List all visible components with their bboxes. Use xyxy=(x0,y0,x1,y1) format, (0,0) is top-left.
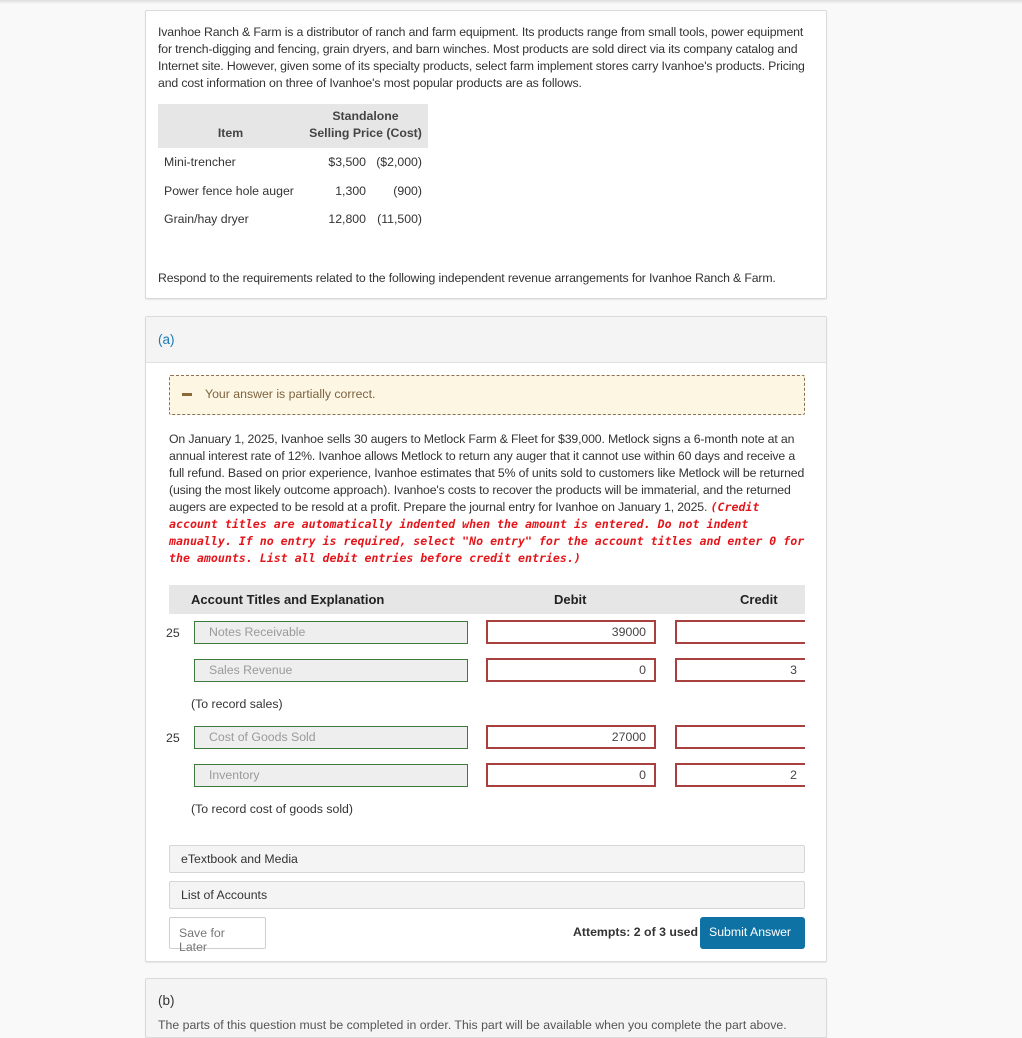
header-price: Standalone Selling Price (Cost) xyxy=(303,104,428,148)
debit-input[interactable]: 0 xyxy=(486,763,656,787)
cost: (11,500) xyxy=(377,212,422,227)
header-account-titles: Account Titles and Explanation xyxy=(191,592,385,607)
intro-paragraph: Ivanhoe Ranch & Farm is a distributor of… xyxy=(158,25,805,90)
attempts-counter: Attempts: 2 of 3 used xyxy=(573,925,699,939)
entry-date[interactable]: 25 xyxy=(166,626,180,640)
table-row: Grain/hay dryer 12,800 (11,500) xyxy=(158,205,428,234)
respond-instructions: Respond to the requirements related to t… xyxy=(158,271,776,285)
header-credit: Credit xyxy=(740,592,778,607)
header-item: Item xyxy=(158,104,303,148)
table-row: Mini-trencher $3,500 ($2,000) xyxy=(158,148,428,177)
credit-input[interactable] xyxy=(675,725,805,749)
top-shadow xyxy=(0,0,1022,4)
etextbook-media-button[interactable]: eTextbook and Media xyxy=(169,845,805,873)
journal-header: Account Titles and Explanation Debit Cre… xyxy=(169,585,805,614)
item-name: Power fence hole auger xyxy=(164,183,294,198)
credit-input[interactable]: 2 xyxy=(675,763,805,787)
price-cell: $3,500 ($2,000) xyxy=(303,148,428,177)
part-b-label: (b) xyxy=(158,993,175,1008)
credit-input[interactable] xyxy=(675,620,805,644)
header-debit: Debit xyxy=(554,592,587,607)
partial-correct-icon xyxy=(182,393,192,396)
item-name: Mini-trencher xyxy=(164,155,236,170)
debit-input[interactable]: 39000 xyxy=(486,620,656,644)
feedback-banner: Your answer is partially correct. xyxy=(169,375,805,415)
question-body: On January 1, 2025, Ivanhoe sells 30 aug… xyxy=(169,432,805,514)
entry-explanation: (To record sales) xyxy=(191,697,283,711)
header-price-line1: Standalone xyxy=(332,109,399,123)
save-for-later-button[interactable]: Save for Later xyxy=(169,917,266,954)
account-select[interactable]: Notes Receivable xyxy=(194,621,468,644)
selling-price: 12,800 xyxy=(328,212,366,227)
pricing-table: Item Standalone Selling Price (Cost) Min… xyxy=(158,104,428,234)
header-price-line2: Selling Price (Cost) xyxy=(309,126,422,140)
table-row: Power fence hole auger 1,300 (900) xyxy=(158,177,428,206)
entry-explanation: (To record cost of goods sold) xyxy=(191,802,353,816)
price-cell: 12,800 (11,500) xyxy=(303,205,428,234)
part-a-card: (a) Your answer is partially correct. On… xyxy=(145,316,827,962)
part-a-header: (a) xyxy=(146,317,826,363)
credit-input[interactable]: 3 xyxy=(675,658,805,682)
cost: (900) xyxy=(393,183,422,198)
feedback-message: Your answer is partially correct. xyxy=(205,387,376,401)
debit-input[interactable]: 0 xyxy=(486,658,656,682)
account-select[interactable]: Inventory xyxy=(194,764,468,787)
account-select[interactable]: Cost of Goods Sold xyxy=(194,726,468,749)
cost: ($2,000) xyxy=(376,155,422,170)
part-b-card: (b) The parts of this question must be c… xyxy=(145,978,827,1038)
selling-price: 1,300 xyxy=(335,183,366,198)
list-of-accounts-button[interactable]: List of Accounts xyxy=(169,881,805,909)
account-select[interactable]: Sales Revenue xyxy=(194,659,468,682)
debit-input[interactable]: 27000 xyxy=(486,725,656,749)
item-name: Grain/hay dryer xyxy=(164,212,249,227)
part-b-locked-message: The parts of this question must be compl… xyxy=(158,1018,787,1032)
entry-date[interactable]: 25 xyxy=(166,731,180,745)
part-a-label[interactable]: (a) xyxy=(158,332,175,347)
price-cell: 1,300 (900) xyxy=(303,177,428,206)
question-text: On January 1, 2025, Ivanhoe sells 30 aug… xyxy=(169,431,809,567)
submit-answer-button[interactable]: Submit Answer xyxy=(700,917,805,949)
selling-price: $3,500 xyxy=(328,155,366,170)
problem-intro-card: Ivanhoe Ranch & Farm is a distributor of… xyxy=(145,10,827,299)
